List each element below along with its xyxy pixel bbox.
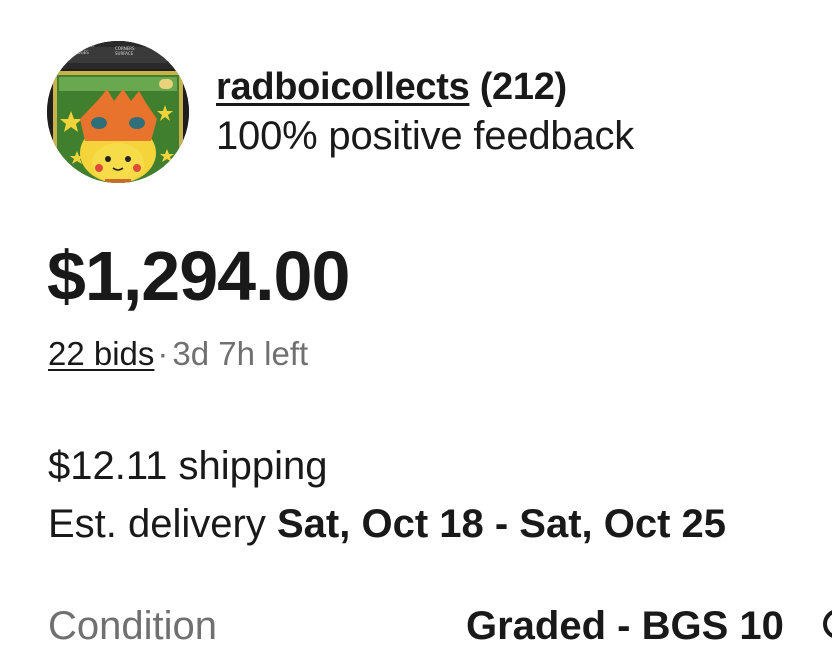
condition-value: Graded - BGS 10 [466,604,784,648]
time-left: 3d 7h left [172,335,309,372]
seller-name-link[interactable]: radboicollects [216,66,470,108]
slab-label-line-4: SURFACE [115,51,134,56]
slab-label-line-1: MINT [85,43,96,48]
shipping-cost: $12.11 shipping [48,444,328,488]
seller-avatar[interactable]: MINT CORNERS EDGES SURFACE [47,41,189,183]
item-price: $1,294.00 [47,237,350,315]
seller-section: MINT CORNERS EDGES SURFACE radboicollect… [47,41,807,183]
seller-feedback-count: (212) [479,66,568,108]
bids-line: 22 bids· 3d 7h left [48,332,308,376]
seller-positive-feedback: 100% positive feedback [216,114,635,158]
delivery-estimate: Est. delivery Sat, Oct 18 - Sat, Oct 25 [48,498,726,550]
slab-label-line-3: EDGES [75,50,89,55]
seller-info: radboicollects (212) 100% positive feedb… [216,64,634,162]
bids-link[interactable]: 22 bids [48,335,154,372]
graded-card-image: MINT CORNERS EDGES SURFACE [47,41,189,183]
delivery-prefix: Est. delivery [48,502,266,546]
bids-separator: · [157,335,169,372]
seller-line: radboicollects (212) [216,64,634,110]
info-icon[interactable] [823,609,832,639]
condition-label: Condition [48,604,218,648]
delivery-dates: Sat, Oct 18 - Sat, Oct 25 [276,502,727,546]
